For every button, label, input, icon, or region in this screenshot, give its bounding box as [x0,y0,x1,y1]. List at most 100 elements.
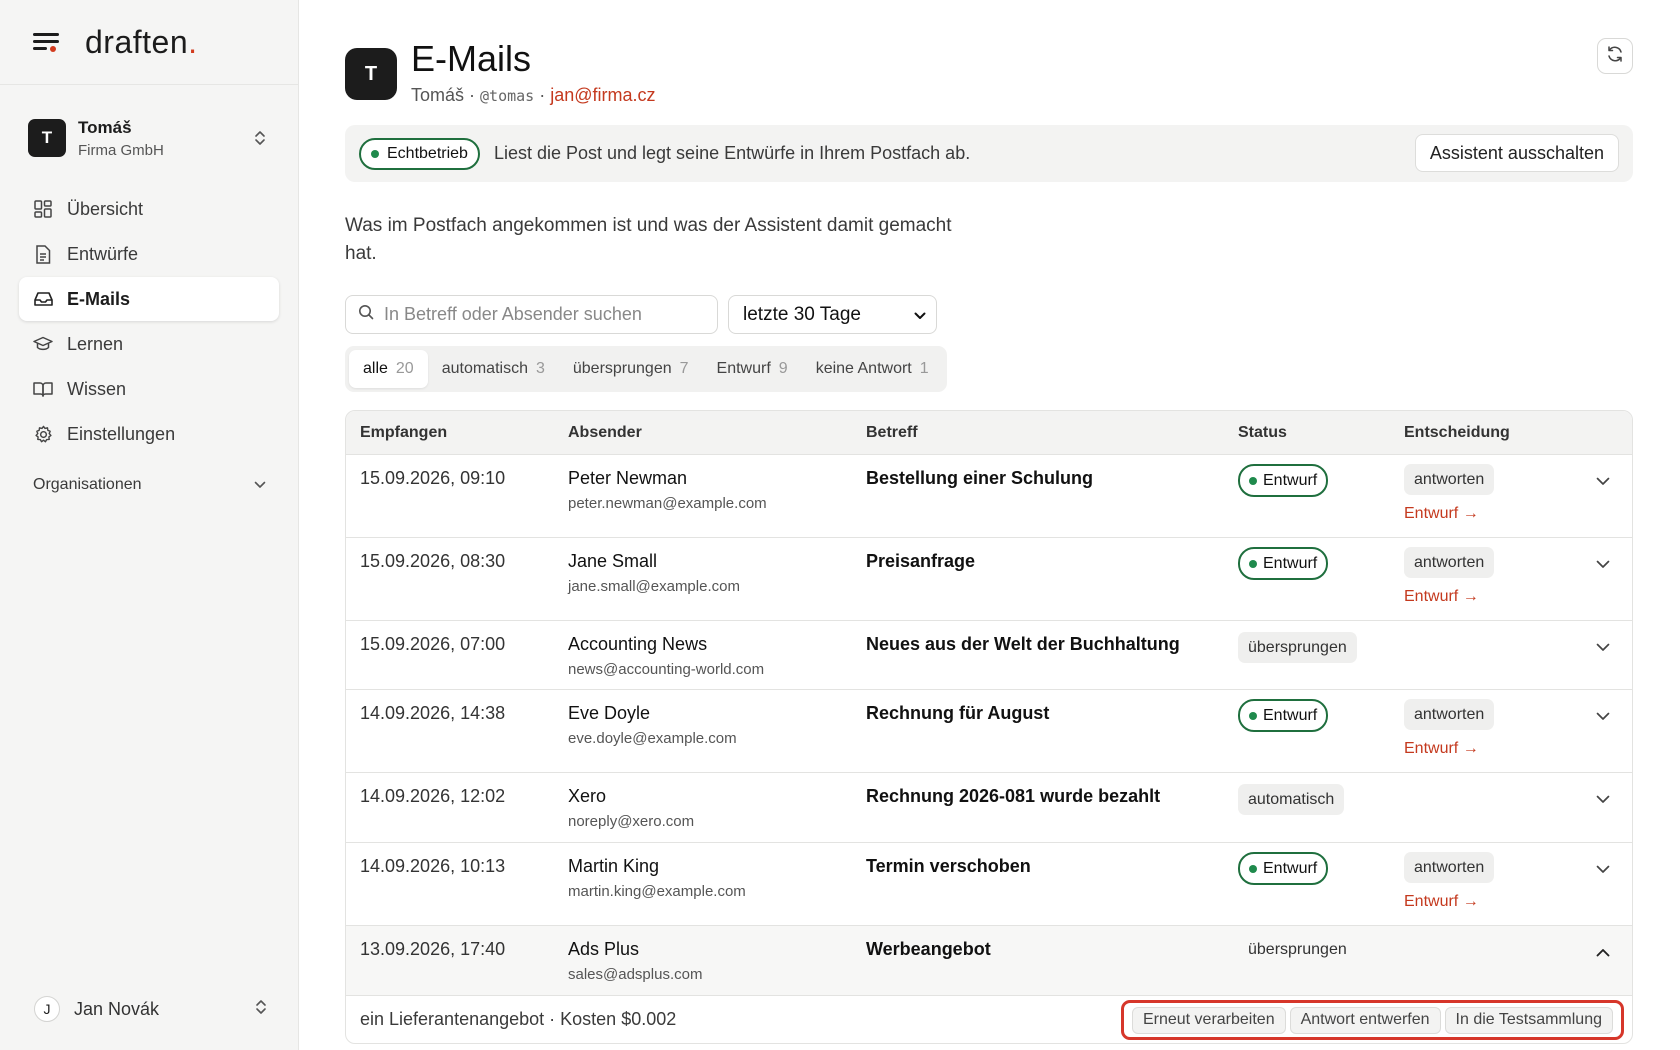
column-header[interactable]: Empfangen [360,424,447,442]
chevron-down-icon[interactable] [1596,861,1610,879]
table-header: Empfangen Absender Betreff Status Entsch… [346,411,1632,455]
table-row[interactable]: 15.09.2026, 07:00 Accounting News news@ac… [346,621,1632,690]
sidebar-item-lernen[interactable]: Lernen [19,322,279,366]
chevron-down-icon [254,476,266,494]
decision: antworten Entwurf → [1404,464,1495,523]
table-row-expanded[interactable]: 13.09.2026, 17:40 Ads Plus sales@adsplus.… [346,926,1632,996]
sidebar-item-entwuerfe[interactable]: Entwürfe [19,232,279,276]
status-badge: Entwurf [1238,464,1329,497]
sidebar-item-uebersicht[interactable]: Übersicht [19,187,279,231]
sidebar-item-emails[interactable]: E-Mails [19,277,279,321]
menu-icon[interactable] [33,31,59,53]
sender: Jane Small jane.small@example.com [568,551,740,595]
chevron-down-icon[interactable] [1596,639,1610,657]
book-icon [33,379,53,399]
tab-keine-antwort[interactable]: keine Antwort 1 [802,350,943,388]
received-date: 14.09.2026, 12:02 [360,786,506,806]
received-date: 15.09.2026, 09:10 [360,468,506,488]
chevron-down-icon[interactable] [1596,473,1610,491]
sender: Xero noreply@xero.com [568,786,695,830]
tab-automatisch[interactable]: automatisch 3 [428,350,559,388]
page-subtitle: Tomáš · @tomas · jan@firma.cz [411,85,656,105]
brand-header: draften. [0,0,298,85]
main-content: T E-Mails Tomáš · @tomas · jan@firma.cz … [345,0,1633,1044]
table-row[interactable]: 14.09.2026, 10:13 Martin King martin.king… [346,843,1632,926]
sender: Martin King martin.king@example.com [568,856,746,900]
sidebar-item-wissen[interactable]: Wissen [19,367,279,411]
sidebar-item-label: E-Mails [67,288,131,309]
logo: draften. [85,23,198,60]
filter-bar: letzte 30 Tage [345,295,1633,334]
sidebar: draften. T Tomáš Firma GmbH Übersicht En… [0,0,299,1050]
decision: antworten Entwurf → [1404,852,1495,911]
tab-entwurf[interactable]: Entwurf 9 [703,350,802,388]
draft-link[interactable]: Entwurf → [1404,588,1494,606]
chevron-down-icon[interactable] [1596,556,1610,574]
decision: antworten Entwurf → [1404,547,1495,606]
subject: Termin verschoben [866,856,1031,876]
account-switcher[interactable]: T Tomáš Firma GmbH [0,85,298,191]
received-date: 13.09.2026, 17:40 [360,939,506,959]
detail-summary: ein Lieferantenangebot · Kosten $0.002 [360,1009,677,1029]
table-row[interactable]: 15.09.2026, 08:30 Jane Small jane.small@e… [346,538,1632,621]
assistant-handle: @tomas [480,87,535,105]
status-filter-tabs: alle 20 automatisch 3 übersprungen 7 Entwur… [345,346,947,392]
table-row[interactable]: 14.09.2026, 12:02 Xero noreply@xero.com R… [346,773,1632,843]
user-menu[interactable]: J Jan Novák [0,996,299,1022]
mode-banner: Echtbetrieb Liest die Post und legt sein… [345,125,1633,182]
search-icon [358,304,374,325]
sidebar-item-einstellungen[interactable]: Einstellungen [19,412,279,456]
live-status-badge: Echtbetrieb [359,137,480,170]
chevron-down-icon[interactable] [1596,708,1610,726]
status-badge: Entwurf [1238,852,1329,885]
date-range-select[interactable]: letzte 30 Tage [728,295,937,334]
sender: Accounting News news@accounting-world.com [568,634,765,678]
reprocess-button[interactable]: Erneut verarbeiten [1131,1006,1286,1034]
tab-alle[interactable]: alle 20 [349,350,428,388]
assistant-email-link[interactable]: jan@firma.cz [550,85,655,105]
sidebar-item-label: Wissen [67,378,127,399]
user-avatar: J [34,996,60,1022]
chevron-down-icon[interactable] [1596,791,1610,809]
column-header[interactable]: Status [1238,424,1287,442]
search-input[interactable] [384,304,704,325]
add-to-test-collection-button[interactable]: In die Testsammlung [1444,1006,1613,1034]
organizations-toggle[interactable]: Organisationen [0,476,298,494]
account-avatar: T [28,119,66,157]
status-badge: übersprungen [1238,630,1357,663]
refresh-icon [1606,45,1624,68]
table-row[interactable]: 15.09.2026, 09:10 Peter Newman peter.newm… [346,455,1632,538]
status-badge: Entwurf [1238,547,1329,580]
draft-link[interactable]: Entwurf → [1404,740,1494,758]
tab-uebersprungen[interactable]: übersprungen 7 [559,350,703,388]
document-icon [33,244,53,264]
received-date: 14.09.2026, 14:38 [360,703,506,723]
decision: antworten Entwurf → [1404,699,1495,758]
subject: Rechnung 2026-081 wurde bezahlt [866,786,1161,806]
table-row[interactable]: 14.09.2026, 14:38 Eve Doyle eve.doyle@exa… [346,690,1632,773]
page-title: E-Mails [411,38,532,79]
column-header[interactable]: Betreff [866,424,918,442]
row-actions: Erneut verarbeiten Antwort entwerfen In … [1120,1000,1624,1040]
refresh-button[interactable] [1597,38,1633,74]
assistant-name: Tomáš [411,85,465,105]
sidebar-item-label: Einstellungen [67,423,176,444]
draft-link[interactable]: Entwurf → [1404,893,1494,911]
draft-reply-button[interactable]: Antwort entwerfen [1289,1006,1441,1034]
column-header[interactable]: Entscheidung [1404,424,1510,442]
received-date: 15.09.2026, 08:30 [360,551,506,571]
draft-link[interactable]: Entwurf → [1404,505,1494,523]
subject: Rechnung für August [866,703,1050,723]
organizations-label: Organisationen [33,476,142,493]
column-header[interactable]: Absender [568,424,642,442]
email-table: Empfangen Absender Betreff Status Entsch… [345,410,1633,1044]
sender: Ads Plus sales@adsplus.com [568,939,703,983]
subject: Bestellung einer Schulung [866,468,1094,488]
grid-icon [33,199,53,219]
disable-assistant-button[interactable]: Assistent ausschalten [1414,134,1619,172]
chevron-updown-icon [254,129,266,147]
assistant-avatar: T [345,48,397,100]
chevron-up-icon[interactable] [1596,944,1610,962]
subject: Werbeangebot [866,939,991,959]
user-name: Jan Novák [74,998,160,1019]
